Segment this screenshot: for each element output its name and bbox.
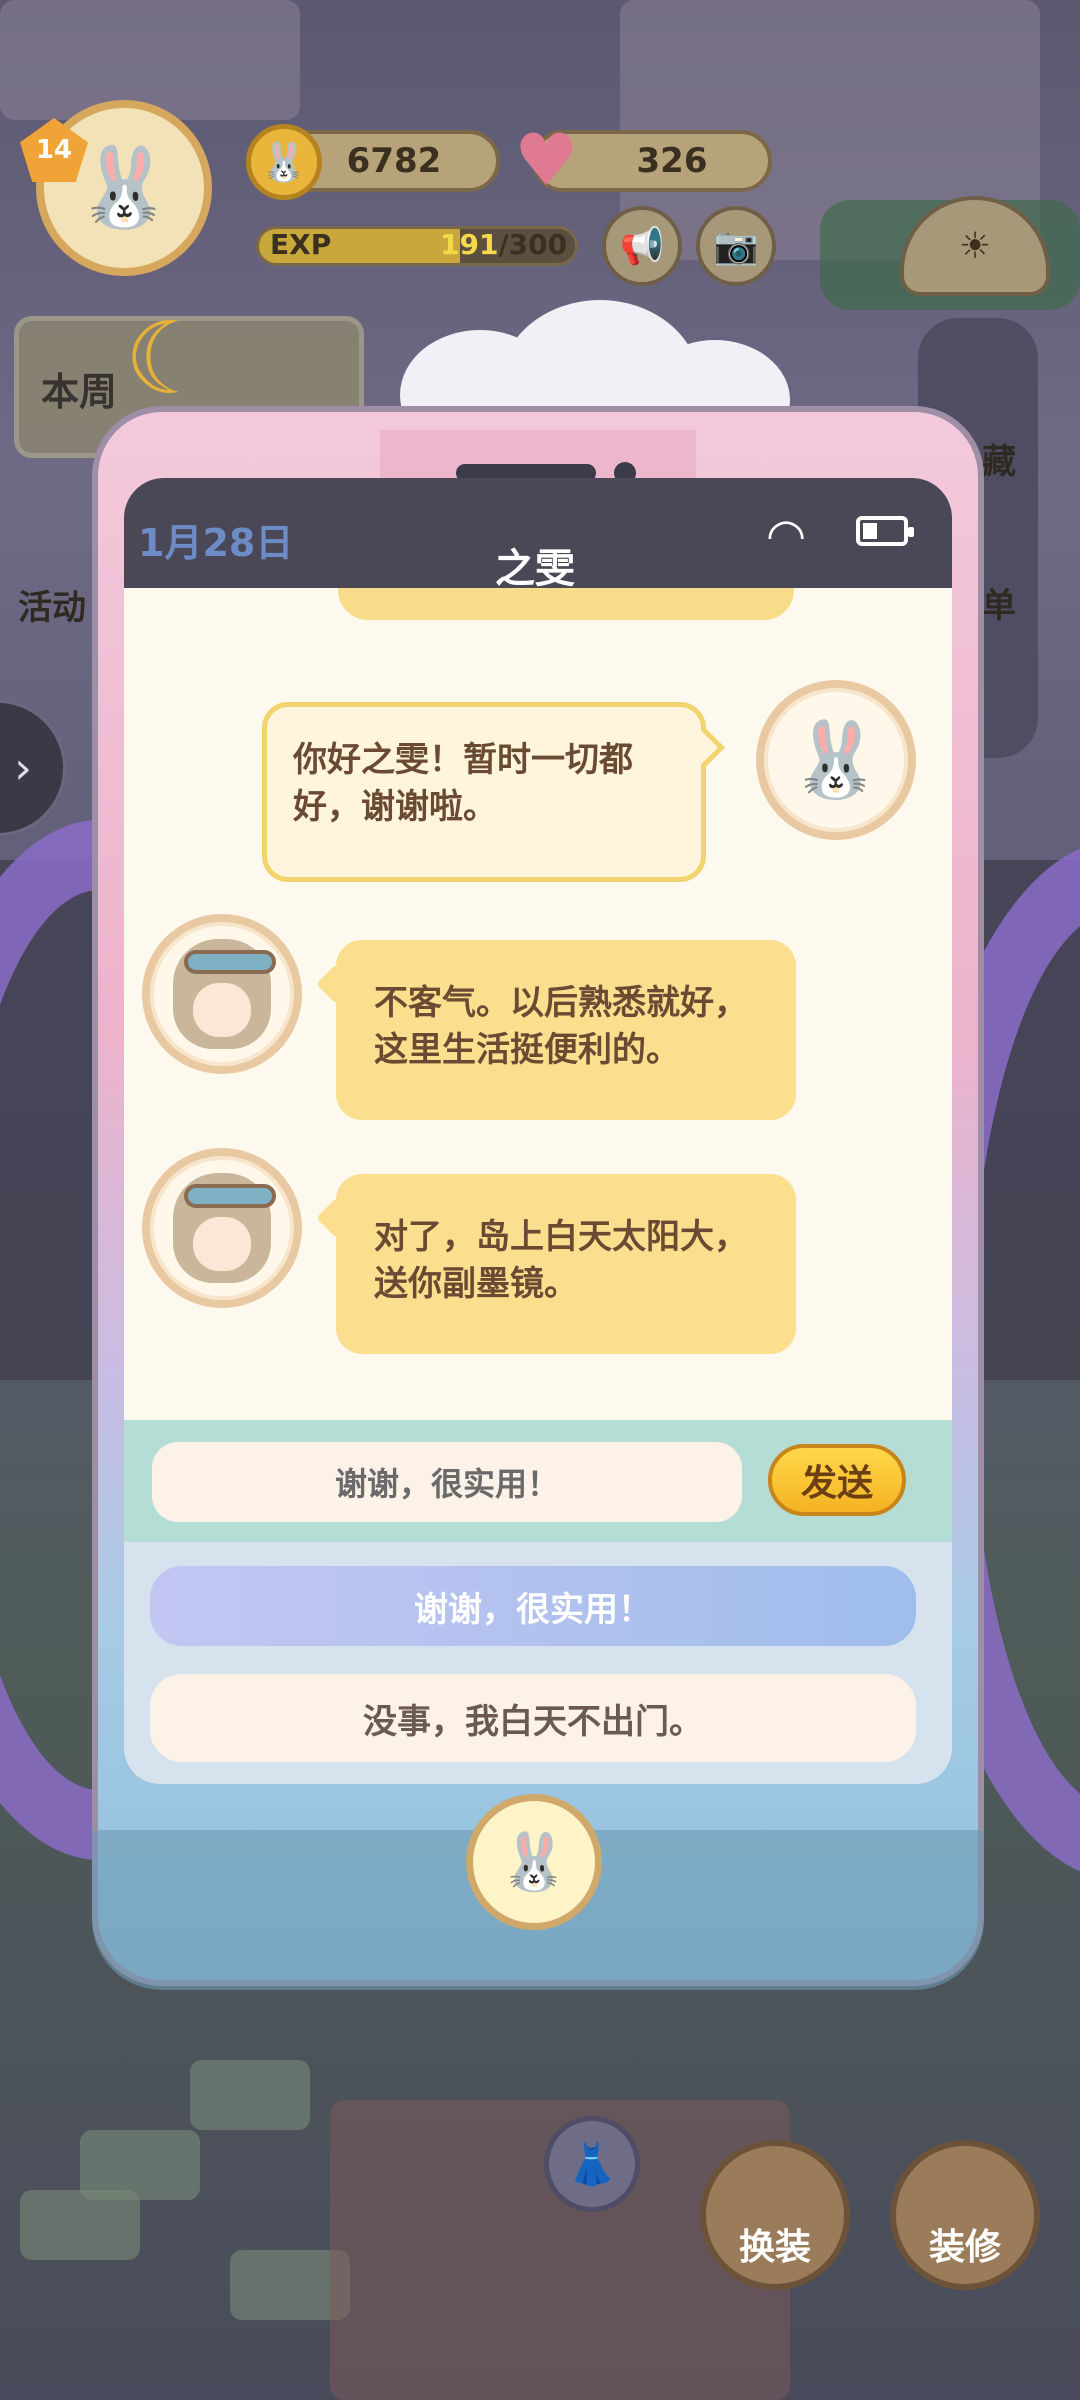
heart-value: 326 bbox=[636, 141, 708, 181]
order-label[interactable]: 单 bbox=[982, 578, 1016, 627]
goggles-icon bbox=[184, 1184, 276, 1208]
planter bbox=[190, 2060, 310, 2130]
wifi-icon: ◠ bbox=[766, 508, 807, 562]
message-bubble-me: 你好之雯！暂时一切都好，谢谢啦。 bbox=[262, 702, 706, 882]
dress-up-button[interactable]: 换装 bbox=[700, 2140, 850, 2290]
building bbox=[0, 0, 300, 120]
reply-option-1[interactable]: 谢谢，很实用！ bbox=[150, 1566, 916, 1646]
contact-avatar bbox=[142, 1148, 302, 1308]
activity-label[interactable]: 活动 bbox=[18, 580, 86, 629]
message-bubble-them: 不客气。以后熟悉就好，这里生活挺便利的。 bbox=[336, 940, 796, 1120]
planter bbox=[20, 2190, 140, 2260]
megaphone-icon: 📢 bbox=[619, 226, 665, 267]
decorate-button[interactable]: 装修 bbox=[890, 2140, 1040, 2290]
announcement-button[interactable]: 📢 bbox=[602, 206, 682, 286]
heart-icon: ♥ bbox=[514, 118, 579, 202]
camera-button[interactable]: 📷 bbox=[696, 206, 776, 286]
coin-value: 6782 bbox=[346, 141, 442, 181]
bunny-icon: 🐰 bbox=[789, 716, 883, 803]
dress-up-label: 换装 bbox=[738, 2227, 811, 2268]
previous-message-bubble bbox=[338, 588, 794, 620]
my-avatar: 🐰 bbox=[756, 680, 916, 840]
battery-icon bbox=[856, 516, 914, 546]
reply-input[interactable]: 谢谢，很实用！ bbox=[152, 1442, 742, 1522]
decorate-label: 装修 bbox=[928, 2227, 1001, 2268]
collection-label[interactable]: 藏 bbox=[982, 434, 1016, 483]
send-button[interactable]: 发送 bbox=[768, 1444, 906, 1516]
contact-avatar bbox=[142, 914, 302, 1074]
date-label: 1月28日 bbox=[138, 521, 294, 565]
bunny-head-icon: 🐰 bbox=[499, 1830, 569, 1895]
chevron-right-icon: › bbox=[14, 742, 32, 794]
bunny-icon: 🐰 bbox=[75, 142, 173, 233]
reply-option-2[interactable]: 没事，我白天不出门。 bbox=[150, 1674, 916, 1762]
goggles-icon bbox=[184, 950, 276, 974]
message-bubble-them: 对了，岛上白天太阳大，送你副墨镜。 bbox=[336, 1174, 796, 1354]
exp-label: EXP bbox=[270, 228, 332, 261]
phone-home-button[interactable]: 🐰 bbox=[466, 1794, 602, 1930]
coin-icon: 🐰 bbox=[246, 124, 322, 200]
exp-current: 191 bbox=[440, 228, 499, 261]
chat-area[interactable]: 你好之雯！暂时一切都好，谢谢啦。 🐰 不客气。以后熟悉就好，这里生活挺便利的。 … bbox=[124, 588, 952, 1420]
moon-icon: ☾ bbox=[124, 300, 214, 417]
hanger-icon[interactable]: 👗 bbox=[544, 2116, 640, 2212]
camera-icon: 📷 bbox=[713, 226, 759, 267]
sun-icon: ☀ bbox=[958, 225, 992, 267]
contact-name: 之雯 bbox=[495, 546, 575, 592]
exp-value: 191/300 bbox=[440, 228, 567, 261]
weekly-event-label: 本周 bbox=[41, 370, 118, 414]
exp-max: /300 bbox=[498, 228, 568, 261]
